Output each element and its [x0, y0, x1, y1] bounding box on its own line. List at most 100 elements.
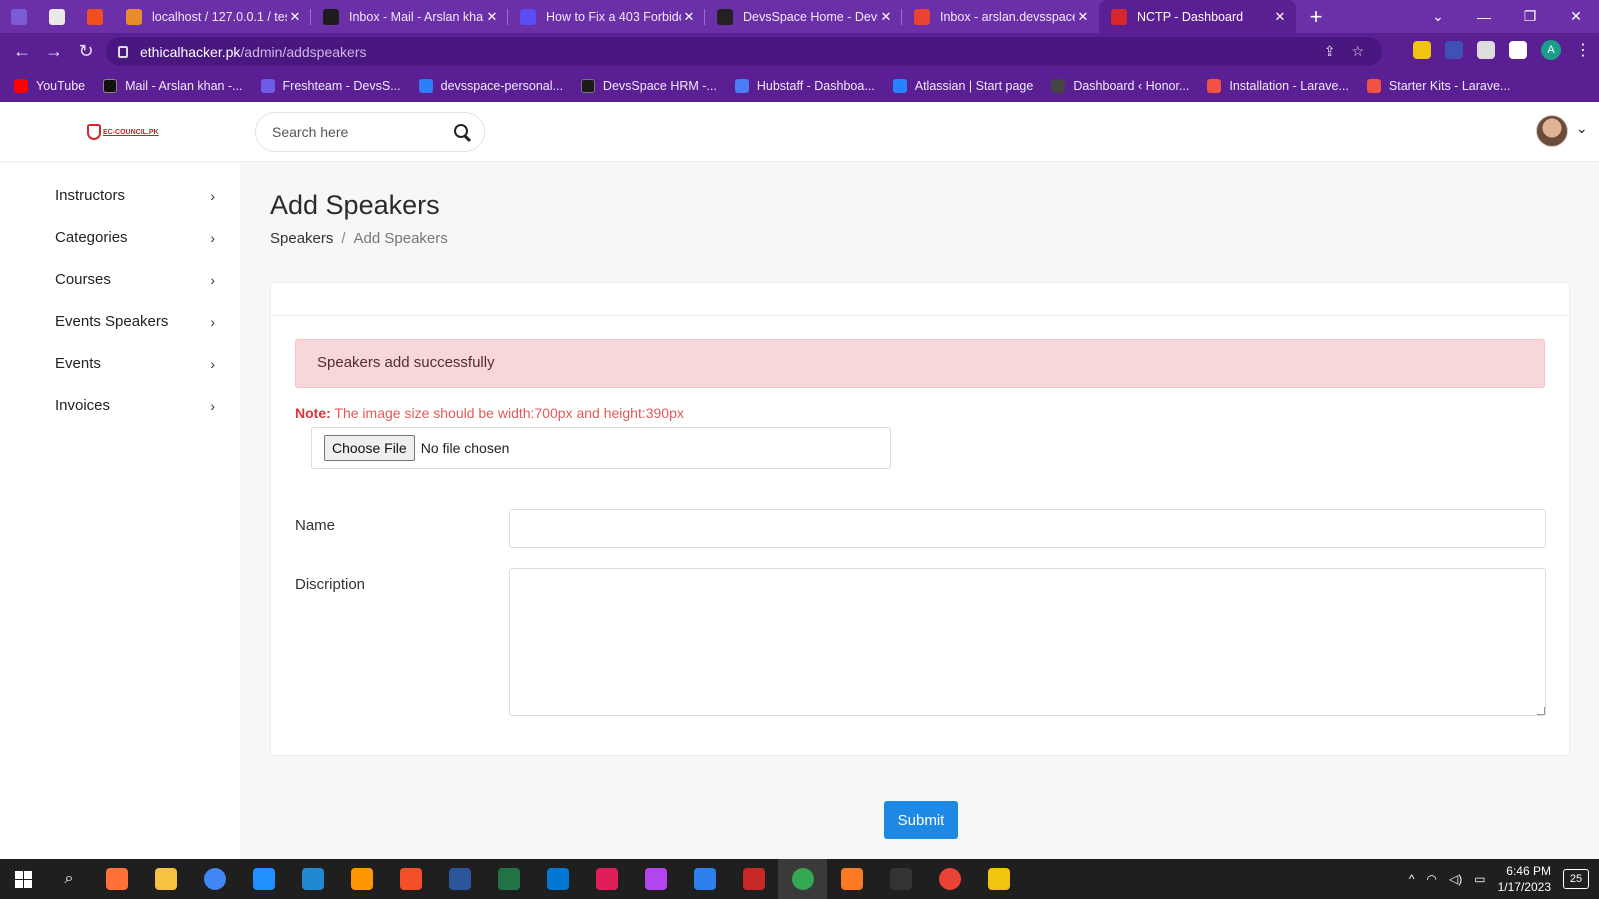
start-button[interactable] — [0, 859, 46, 899]
tab-search-icon[interactable]: ⌄ — [1415, 8, 1461, 25]
description-textarea[interactable] — [509, 568, 1546, 716]
pinned-tabs — [0, 0, 114, 33]
name-label: Name — [295, 517, 336, 534]
name-input[interactable] — [509, 509, 1546, 548]
reload-icon[interactable]: ↻ — [70, 41, 102, 62]
share-icon[interactable]: ⇪ — [1324, 43, 1336, 60]
taskbar-app-terminal-icon[interactable] — [876, 859, 925, 899]
image-size-note: Note: The image size should be width:700… — [295, 405, 684, 421]
side-panel-icon[interactable] — [1509, 41, 1527, 59]
address-bar[interactable]: ethicalhacker.pk/admin/addspeakers ⇪ ☆ — [106, 37, 1382, 66]
bookmark-hubstaff[interactable]: Hubstaff - Dashboa... — [734, 79, 875, 93]
breadcrumb-separator: / — [341, 230, 346, 247]
close-icon[interactable]: ✕ — [484, 9, 500, 25]
battery-icon[interactable]: ▭ — [1474, 872, 1485, 886]
file-status: No file chosen — [420, 440, 510, 456]
chevron-down-icon[interactable]: ⌄ — [1576, 120, 1588, 137]
bookmark-star-icon[interactable]: ☆ — [1351, 43, 1364, 60]
bookmark-atlassian[interactable]: Atlassian | Start page — [892, 79, 1033, 93]
tray-chevron-icon[interactable]: ^ — [1409, 872, 1415, 886]
taskbar-app-firefox-icon[interactable] — [92, 859, 141, 899]
wifi-icon[interactable]: ◠ — [1427, 872, 1437, 886]
close-icon[interactable]: ✕ — [681, 9, 697, 25]
bookmark-mail[interactable]: Mail - Arslan khan -... — [103, 79, 243, 93]
notification-badge[interactable]: 25 — [1563, 869, 1589, 889]
tab-favicon — [323, 8, 339, 25]
taskbar-search-icon[interactable]: ⌕ — [46, 870, 92, 888]
menu-kebab-icon[interactable]: ⋮ — [1575, 40, 1591, 60]
user-avatar[interactable] — [1536, 115, 1568, 147]
choose-file-button[interactable]: Choose File — [324, 435, 415, 461]
window-close-icon[interactable]: ✕ — [1553, 8, 1599, 25]
taskbar-app-app-red-icon[interactable] — [729, 859, 778, 899]
bookmark-devsspace-hrm[interactable]: DevsSpace HRM -... — [580, 79, 717, 93]
sidebar-item-events[interactable]: Events › — [55, 355, 215, 372]
sidebar-item-invoices[interactable]: Invoices › — [55, 397, 215, 414]
browser-tab-active[interactable]: NCTP - Dashboard ✕ — [1099, 0, 1296, 33]
taskbar-app-chrome-user-icon[interactable] — [925, 859, 974, 899]
new-tab-button[interactable]: + — [1296, 4, 1336, 30]
close-icon[interactable]: ✕ — [1272, 9, 1288, 25]
taskbar-app-slack-icon[interactable] — [582, 859, 631, 899]
system-tray: ^ ◠ ◁) ▭ 6:46 PM 1/17/2023 25 — [1409, 859, 1589, 899]
taskbar-app-vscode-icon[interactable] — [288, 859, 337, 899]
taskbar-app-word-icon[interactable] — [435, 859, 484, 899]
browser-tab[interactable]: How to Fix a 403 Forbidden ✕ — [508, 0, 705, 33]
bookmark-youtube[interactable]: YouTube — [14, 79, 85, 93]
close-icon[interactable]: ✕ — [878, 9, 894, 25]
bookmark-devsspace-personal[interactable]: devsspace-personal... — [418, 79, 563, 93]
search-input[interactable] — [272, 124, 442, 140]
extension-icon[interactable] — [1413, 41, 1431, 59]
taskbar-app-file-explorer-icon[interactable] — [141, 859, 190, 899]
sidebar-item-label: Categories — [55, 229, 128, 246]
browser-tab[interactable]: Inbox - Mail - Arslan khan ✕ — [311, 0, 508, 33]
taskbar-app-git-gui-icon[interactable] — [386, 859, 435, 899]
extension-icon[interactable] — [1445, 41, 1463, 59]
taskbar-app-git-icon[interactable] — [974, 859, 1023, 899]
taskbar-app-sublime-icon[interactable] — [337, 859, 386, 899]
image-file-input[interactable]: Choose File No file chosen — [311, 427, 891, 469]
taskbar-app-excel-icon[interactable] — [484, 859, 533, 899]
taskbar-app-outlook-icon[interactable] — [533, 859, 582, 899]
bookmark-laravel-starter-kits[interactable]: Starter Kits - Larave... — [1366, 79, 1510, 93]
puzzle-icon[interactable] — [1477, 41, 1495, 59]
sidebar-item-events-speakers[interactable]: Events Speakers › — [55, 313, 215, 330]
sidebar-item-instructors[interactable]: Instructors › — [55, 187, 215, 204]
taskbar-app-chrome-profile-icon[interactable] — [778, 859, 827, 899]
sidebar-item-categories[interactable]: Categories › — [55, 229, 215, 246]
tab-title: Inbox - arslan.devsspace@ — [940, 9, 1075, 24]
browser-tab[interactable]: DevsSpace Home - Devss ✕ — [705, 0, 902, 33]
taskbar-app-chrome-icon[interactable] — [190, 859, 239, 899]
browser-tab[interactable]: Inbox - arslan.devsspace@ ✕ — [902, 0, 1099, 33]
submit-button[interactable]: Submit — [884, 801, 958, 839]
forward-icon[interactable]: → — [38, 41, 70, 62]
close-icon[interactable]: ✕ — [287, 9, 303, 25]
taskbar-app-app-arrow-icon[interactable] — [680, 859, 729, 899]
restore-icon[interactable]: ❐ — [1507, 8, 1553, 25]
sidebar-item-courses[interactable]: Courses › — [55, 271, 215, 288]
back-icon[interactable]: ← — [6, 41, 38, 62]
chevron-right-icon: › — [210, 355, 215, 372]
lock-icon[interactable] — [118, 45, 128, 58]
profile-avatar[interactable]: A — [1541, 40, 1561, 60]
resize-grip-icon[interactable] — [1537, 707, 1545, 715]
pinned-tab[interactable] — [76, 0, 114, 33]
volume-icon[interactable]: ◁) — [1449, 872, 1462, 886]
close-icon[interactable]: ✕ — [1075, 9, 1091, 25]
clock[interactable]: 6:46 PM 1/17/2023 — [1498, 863, 1551, 895]
bookmark-dashboard[interactable]: Dashboard ‹ Honor... — [1051, 79, 1189, 93]
search-icon[interactable] — [454, 124, 468, 138]
pinned-tab[interactable] — [0, 0, 38, 33]
taskbar-app-phpstorm-icon[interactable] — [631, 859, 680, 899]
pinned-tab[interactable] — [38, 0, 76, 33]
taskbar-app-xampp-icon[interactable] — [827, 859, 876, 899]
minimize-icon[interactable]: — — [1461, 9, 1507, 25]
bookmark-laravel-installation[interactable]: Installation - Larave... — [1207, 79, 1349, 93]
breadcrumb-link-speakers[interactable]: Speakers — [270, 230, 333, 247]
site-logo[interactable]: EC-COUNCIL.PK — [87, 124, 159, 140]
tab-favicon — [520, 8, 536, 25]
taskbar-app-app-blue-icon[interactable] — [239, 859, 288, 899]
tab-favicon — [717, 8, 733, 25]
browser-tab[interactable]: localhost / 127.0.0.1 / test ✕ — [114, 0, 311, 33]
bookmark-freshteam[interactable]: Freshteam - DevsS... — [260, 79, 401, 93]
